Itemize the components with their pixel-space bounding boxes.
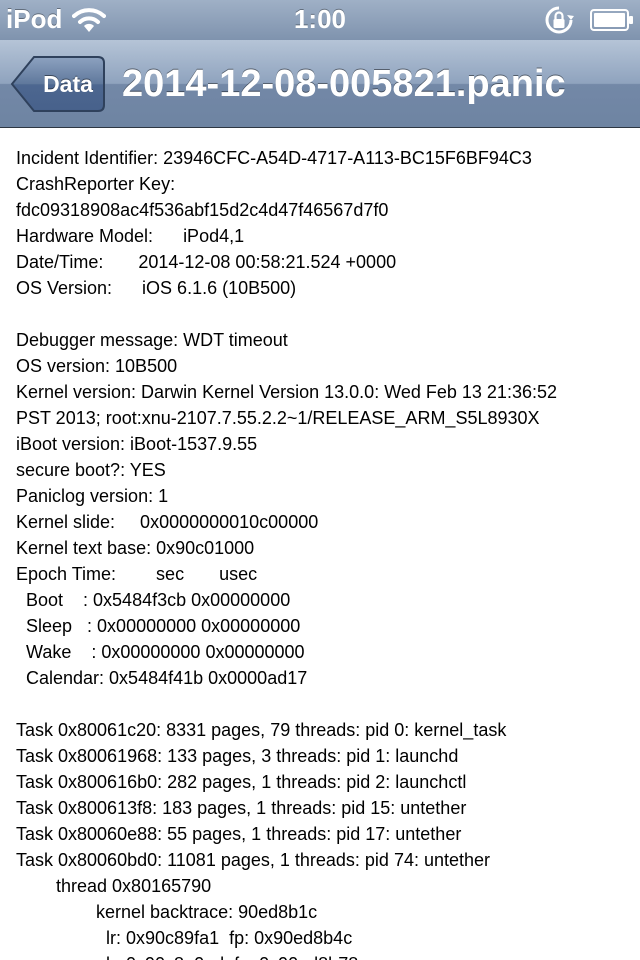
log-line: thread 0x80165790 — [16, 876, 212, 896]
log-line: Hardware Model: iPod4,1 — [16, 226, 245, 246]
log-line: Debugger message: WDT timeout — [16, 330, 288, 350]
log-line: Sleep : 0x00000000 0x00000000 — [16, 616, 301, 636]
log-line: Kernel text base: 0x90c01000 — [16, 538, 255, 558]
log-line: Paniclog version: 1 — [16, 486, 169, 506]
log-line: CrashReporter Key: — [16, 174, 176, 194]
back-button-label: Data — [43, 71, 93, 97]
log-line: Incident Identifier: 23946CFC-A54D-4717-… — [16, 148, 532, 168]
log-line: Date/Time: 2014-12-08 00:58:21.524 +0000 — [16, 252, 397, 272]
log-line: kernel backtrace: 90ed8b1c — [16, 902, 318, 922]
log-line: lr: 0x90c89fa1 fp: 0x90ed8b4c — [16, 928, 353, 948]
log-line: Epoch Time: sec usec — [16, 564, 258, 584]
log-line: lr: 0x90c8a0ed fp: 0x90ed8b78 — [16, 951, 626, 960]
log-line: Boot : 0x5484f3cb 0x00000000 — [16, 590, 291, 610]
log-line: Task 0x80061c20: 8331 pages, 79 threads:… — [16, 720, 507, 740]
back-button[interactable]: Data — [10, 55, 106, 113]
log-line: PST 2013; root:xnu-2107.7.55.2.2~1/RELEA… — [16, 408, 540, 428]
log-line: OS Version: iOS 6.1.6 (10B500) — [16, 278, 297, 298]
log-line: Task 0x80061968: 133 pages, 3 threads: p… — [16, 746, 459, 766]
log-line: fdc09318908ac4f536abf15d2c4d47f46567d7f0 — [16, 200, 389, 220]
status-bar: iPod 1:00 — [0, 0, 640, 40]
log-line: Task 0x80060bd0: 11081 pages, 1 threads:… — [16, 850, 491, 870]
log-line: Wake : 0x00000000 0x00000000 — [16, 642, 305, 662]
log-line: OS version: 10B500 — [16, 356, 178, 376]
page-title: 2014-12-08-005821.panic — [122, 63, 566, 105]
log-line: Task 0x800616b0: 282 pages, 1 threads: p… — [16, 772, 467, 792]
log-line: Calendar: 0x5484f41b 0x0000ad17 — [16, 668, 308, 688]
panic-log-text: Incident Identifier: 23946CFC-A54D-4717-… — [16, 145, 626, 960]
battery-icon — [590, 9, 633, 31]
log-line: Task 0x800613f8: 183 pages, 1 threads: p… — [16, 798, 467, 818]
log-line: Kernel slide: 0x0000000010c00000 — [16, 512, 319, 532]
log-line: secure boot?: YES — [16, 460, 166, 480]
navigation-bar: Data 2014-12-08-005821.panic — [0, 40, 640, 128]
orientation-lock-icon — [545, 6, 574, 34]
log-line: Kernel version: Darwin Kernel Version 13… — [16, 382, 557, 402]
log-line: iBoot version: iBoot-1537.9.55 — [16, 434, 258, 454]
log-line: Task 0x80060e88: 55 pages, 1 threads: pi… — [16, 824, 462, 844]
